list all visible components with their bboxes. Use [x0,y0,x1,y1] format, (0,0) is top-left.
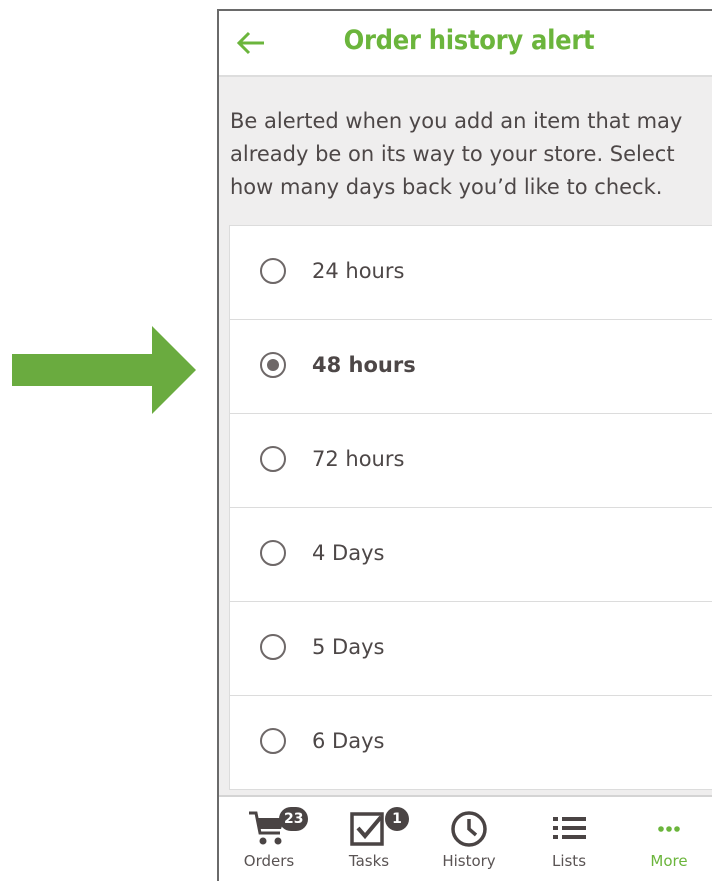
option-6-days[interactable]: 6 Days [230,696,712,789]
option-label: 4 Days [312,541,385,565]
app-header: Order history alert [219,11,712,77]
option-5-days[interactable]: 5 Days [230,602,712,696]
tab-history[interactable]: History [419,797,519,881]
radio-button[interactable] [260,446,286,472]
description-text: Be alerted when you add an item that may… [230,109,683,199]
radio-button[interactable] [260,258,286,284]
tab-tasks[interactable]: 1 Tasks [319,797,419,881]
tab-label: Lists [551,852,587,870]
clock-icon [451,811,487,847]
radio-button[interactable] [260,634,286,660]
tab-more[interactable]: More [619,797,712,881]
tab-label: Orders [243,852,295,870]
tab-lists[interactable]: Lists [519,797,619,881]
option-label: 24 hours [312,259,405,283]
option-label: 5 Days [312,635,385,659]
option-4-days[interactable]: 4 Days [230,508,712,602]
radio-button[interactable] [260,540,286,566]
option-list: 24 hours 48 hours 72 hours 4 Days 5 Days… [229,225,712,790]
tasks-badge: 1 [385,807,409,831]
option-label: 48 hours [312,353,416,377]
page-title: Order history alert [343,25,595,56]
tab-label: History [442,852,496,870]
tab-orders[interactable]: 23 Orders [219,797,319,881]
radio-button-selected[interactable] [260,352,286,378]
more-icon [658,826,680,832]
option-72-hours[interactable]: 72 hours [230,414,712,508]
pointer-arrow-icon [12,326,196,414]
bottom-tab-bar: 23 Orders 1 Tasks History Lists More [219,795,712,881]
checkbox-icon [350,812,384,846]
option-label: 6 Days [312,729,385,753]
option-label: 72 hours [312,447,405,471]
tab-label: More [650,852,688,870]
option-24-hours[interactable]: 24 hours [230,226,712,320]
orders-badge: 23 [279,807,309,831]
list-icon [553,817,586,839]
option-48-hours[interactable]: 48 hours [230,320,712,414]
tab-label: Tasks [348,852,390,870]
phone-screen: Order history alert Be alerted when you … [217,9,712,881]
radio-button[interactable] [260,728,286,754]
